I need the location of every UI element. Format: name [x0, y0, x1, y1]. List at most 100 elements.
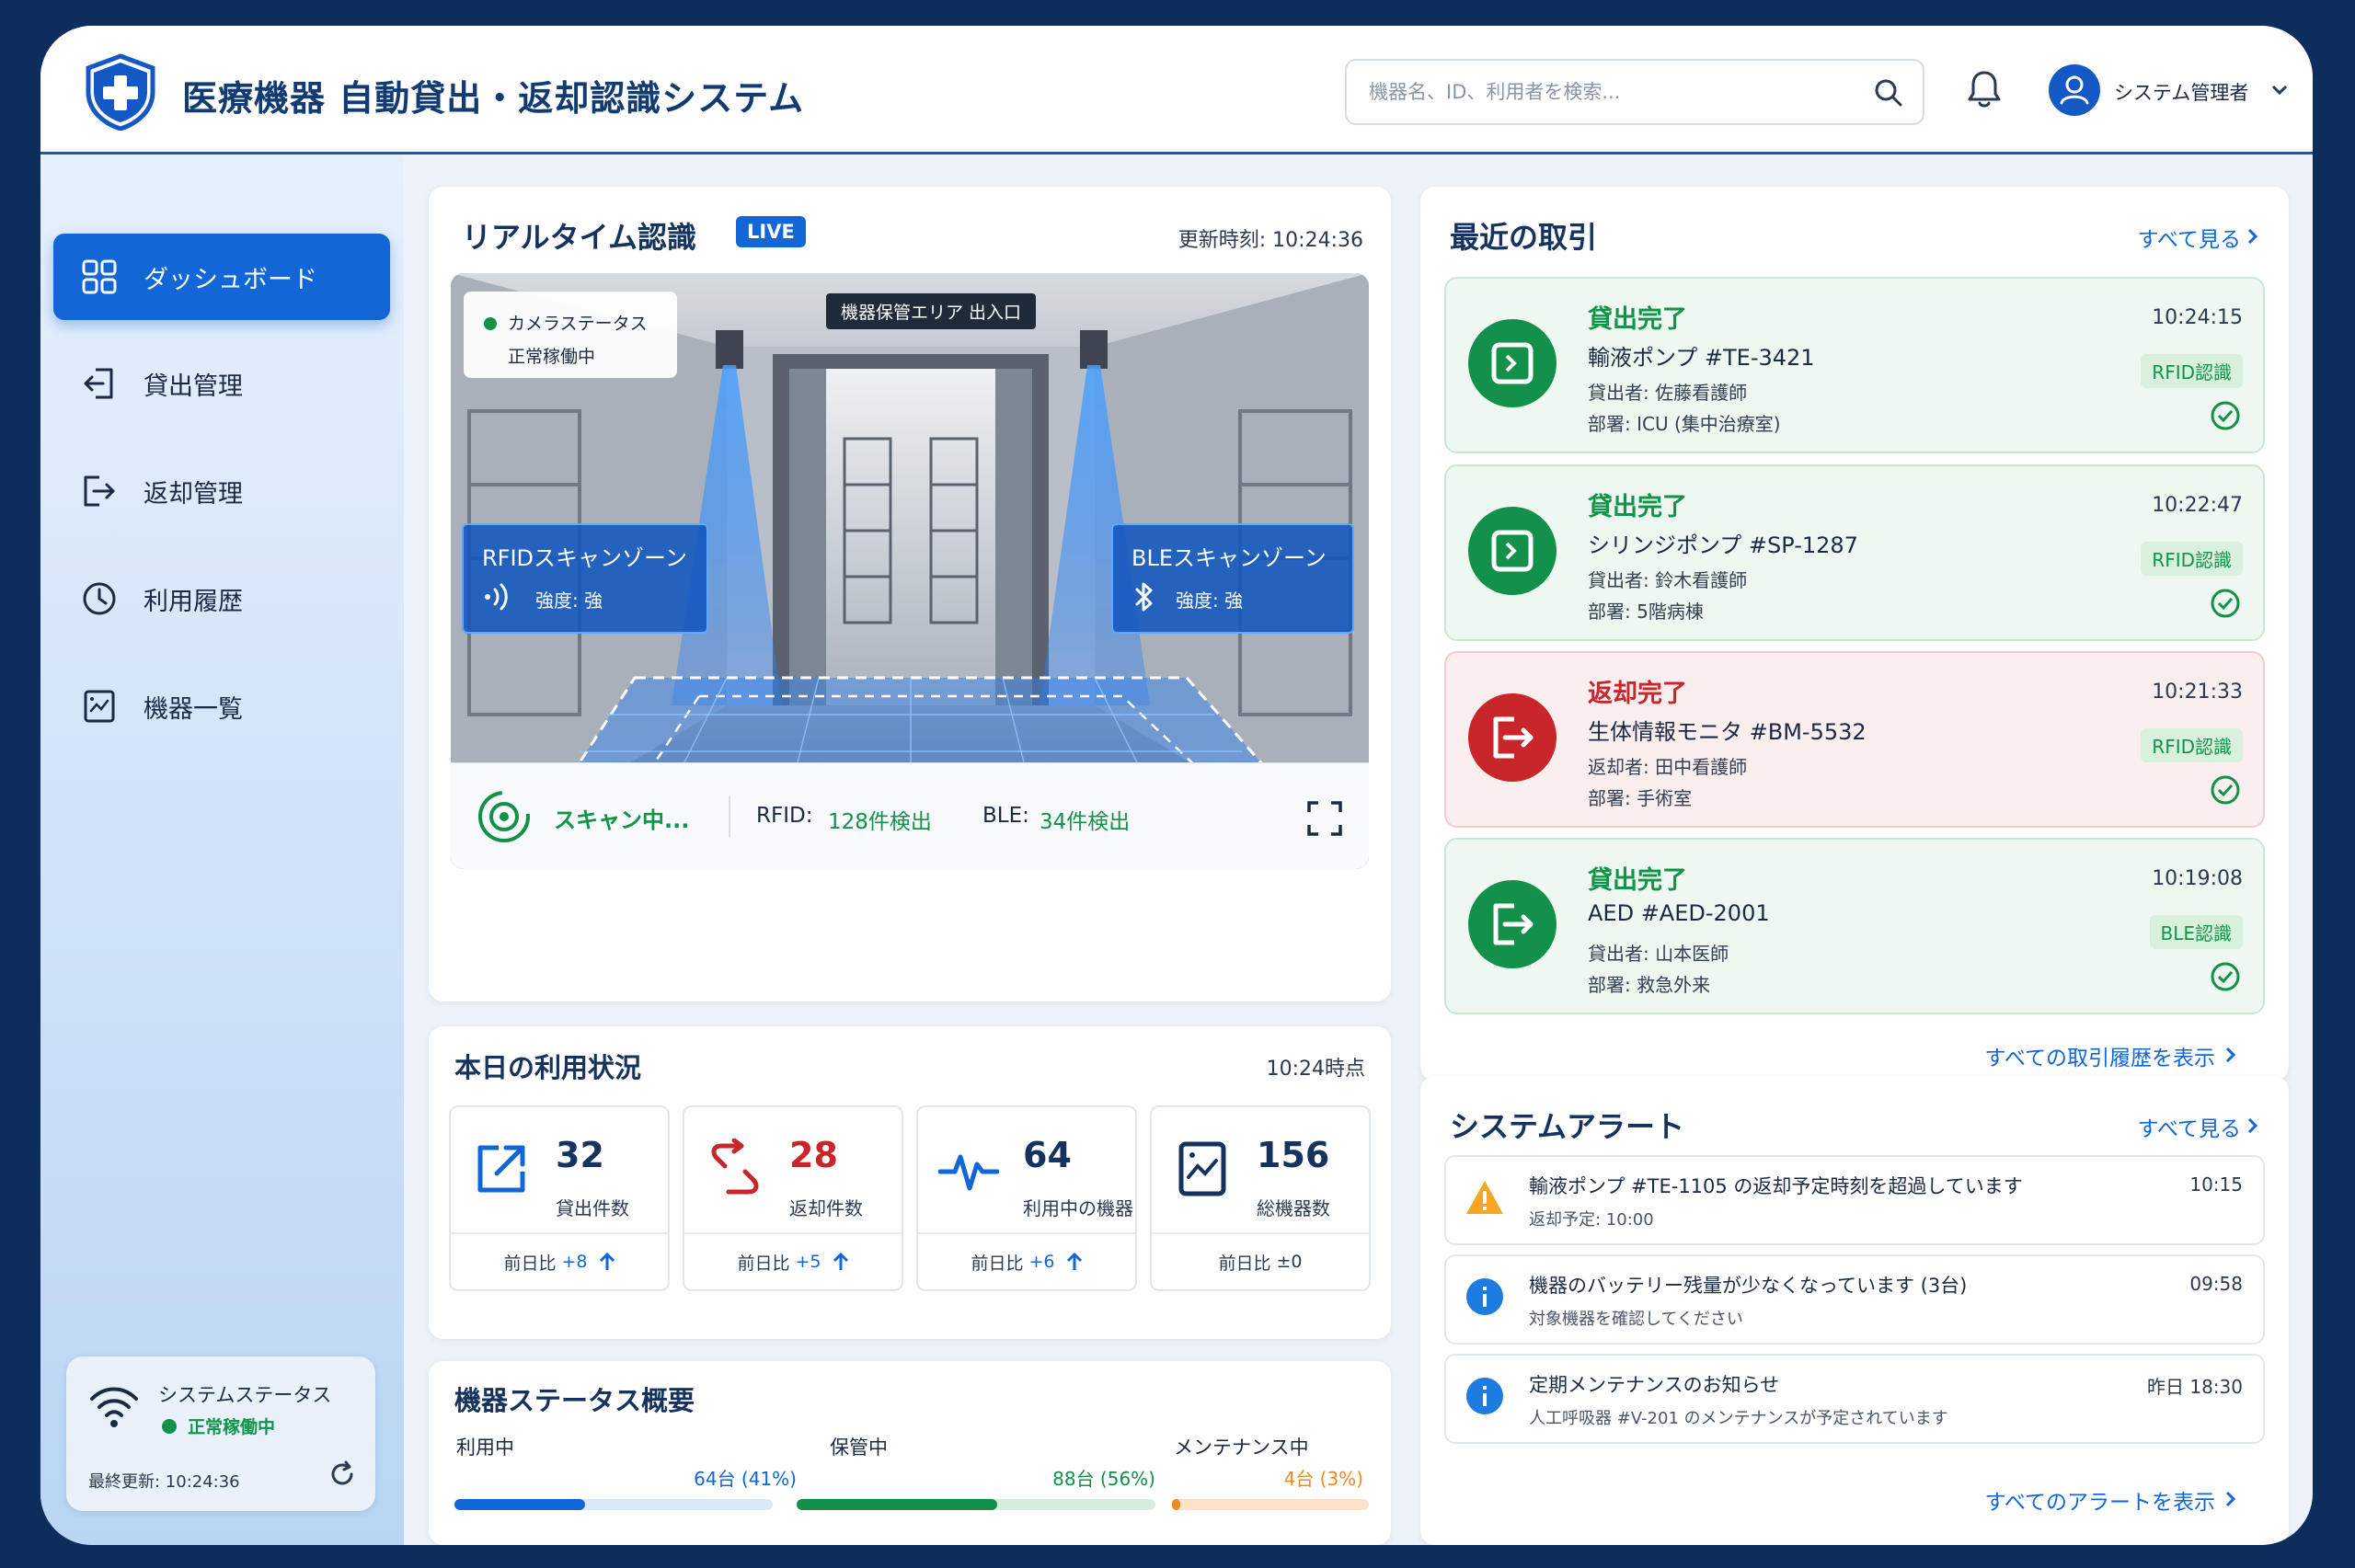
progress-track-in-use — [454, 1499, 773, 1510]
info-icon — [1466, 1378, 1503, 1414]
updated-time: 更新時刻: 10:24:36 — [1178, 229, 1363, 252]
last-update: 最終更新: 10:24:36 — [88, 1472, 240, 1492]
sidebar-item-label: 貸出管理 — [144, 372, 243, 401]
sidebar: ダッシュボード 貸出管理 返却管理 利用履歴 機器一覧 システムステータス 正常… — [40, 156, 404, 1545]
transaction-status: 貸出完了 — [1588, 305, 1687, 334]
recognition-method-badge: BLE認識 — [2149, 915, 2243, 949]
chevron-right-icon[interactable] — [2246, 1116, 2259, 1135]
transaction-device: AED #AED-2001 — [1588, 900, 1770, 926]
search-input[interactable] — [1369, 61, 1866, 123]
camera-status-box: カメラステータス 正常稼働中 — [464, 292, 677, 378]
user-avatar[interactable] — [2049, 64, 2100, 116]
stat-label: 返却件数 — [789, 1197, 863, 1219]
transaction-device: シリンジポンプ #SP-1287 — [1588, 532, 1858, 558]
camera-status-label: カメラステータス — [508, 314, 648, 334]
alert-item[interactable]: 定期メンテナンスのお知らせ 人工呼吸器 #V-201 のメンテナンスが予定されて… — [1444, 1354, 2265, 1444]
fullscreen-icon[interactable] — [1306, 800, 1343, 837]
user-icon — [2060, 75, 2089, 105]
scanning-label: スキャン中... — [554, 807, 690, 833]
transaction-device: 輸液ポンプ #TE-3421 — [1588, 345, 1815, 371]
transaction-card[interactable]: 貸出完了 AED #AED-2001 貸出者: 山本医師 部署: 救急外来 10… — [1444, 838, 2265, 1014]
transaction-card[interactable]: 返却完了 生体情報モニタ #BM-5532 返却者: 田中看護師 部署: 手術室… — [1444, 651, 2265, 828]
stat-value: 32 — [556, 1135, 604, 1175]
stat-in-use[interactable]: 64 利用中の機器 前日比 +6 — [916, 1105, 1137, 1291]
status-value-in-use: 64台 (41%) — [694, 1468, 797, 1490]
camera-feed[interactable]: カメラステータス 正常稼働中 機器保管エリア 出入口 RFIDスキャンゾーン 強… — [451, 273, 1369, 869]
ble-count: 34件検出 — [1040, 810, 1131, 834]
device-list-icon — [84, 690, 115, 723]
stat-return[interactable]: 28 返却件数 前日比 +5 — [683, 1105, 903, 1291]
user-name[interactable]: システム管理者 — [2114, 78, 2248, 106]
status-label-in-use: 利用中 — [456, 1436, 514, 1459]
checkout-status-icon — [1468, 880, 1557, 968]
chevron-right-icon[interactable] — [2224, 1046, 2237, 1064]
chevron-right-icon[interactable] — [2224, 1490, 2237, 1508]
stat-foot: 前日比 +5 — [684, 1232, 902, 1289]
sidebar-item-dashboard[interactable]: ダッシュボード — [53, 234, 390, 320]
progress-fill-in-use — [454, 1499, 585, 1510]
transaction-card[interactable]: 貸出完了 輸液ポンプ #TE-3421 貸出者: 佐藤看護師 部署: ICU (… — [1444, 277, 2265, 453]
notification-bell-icon[interactable] — [1965, 68, 2004, 110]
status-dot — [484, 317, 497, 330]
transaction-device: 生体情報モニタ #BM-5532 — [1588, 719, 1867, 745]
checkout-status-icon — [1468, 507, 1557, 595]
alerts-see-all-link[interactable]: すべて見る — [2138, 1111, 2241, 1142]
alert-time: 10:15 — [2189, 1173, 2243, 1196]
rfid-zone-box: RFIDスキャンゾーン 強度: 強 — [462, 523, 708, 634]
app-title: 医療機器 自動貸出・返却認識システム — [182, 78, 805, 119]
alerts-title: システムアラート — [1450, 1109, 1685, 1144]
scanning-radar-icon — [478, 791, 530, 842]
chevron-down-icon[interactable] — [2270, 83, 2289, 97]
stat-foot: 前日比 +8 — [451, 1232, 668, 1289]
transaction-time: 10:24:15 — [2152, 306, 2243, 329]
alert-item[interactable]: 輸液ポンプ #TE-1105 の返却予定時刻を超過しています 返却予定: 10:… — [1444, 1155, 2265, 1245]
divider — [729, 796, 730, 837]
recognition-method-badge: RFID認識 — [2141, 542, 2243, 576]
sidebar-item-label: 利用履歴 — [144, 587, 243, 616]
alerts-panel: システムアラート すべて見る 輸液ポンプ #TE-1105 の返却予定時刻を超過… — [1420, 1076, 2289, 1545]
view-all-alerts-link[interactable]: すべてのアラートを表示 — [1985, 1484, 2215, 1516]
external-link-icon — [477, 1145, 525, 1193]
return-status-icon — [1468, 693, 1557, 782]
stat-foot-label: 前日比 — [1218, 1253, 1271, 1274]
sidebar-item-return[interactable]: 返却管理 — [53, 448, 390, 534]
bluetooth-icon — [1135, 582, 1153, 612]
alert-time: 昨日 18:30 — [2147, 1376, 2243, 1398]
device-status-panel: 機器ステータス概要 利用中 64台 (41%) 保管中 88台 (56%) メン… — [429, 1361, 1391, 1545]
transactions-title: 最近の取引 — [1450, 220, 1598, 255]
transaction-dept: 部署: 救急外来 — [1588, 974, 1711, 996]
ble-zone-box: BLEスキャンゾーン 強度: 強 — [1111, 523, 1354, 634]
search-box[interactable] — [1345, 59, 1924, 125]
view-all-history-link[interactable]: すべての取引履歴を表示 — [1985, 1040, 2215, 1071]
arrow-up-icon — [833, 1252, 848, 1270]
stat-total[interactable]: 156 総機器数 前日比 ±0 — [1150, 1105, 1371, 1291]
return-arrows-icon — [711, 1139, 759, 1195]
arrow-up-icon — [1066, 1252, 1082, 1270]
transaction-person: 貸出者: 山本医師 — [1588, 943, 1729, 965]
area-label: 機器保管エリア 出入口 — [826, 293, 1037, 329]
stat-value: 64 — [1023, 1135, 1072, 1175]
sidebar-item-history[interactable]: 利用履歴 — [53, 555, 390, 642]
rfid-signal-icon — [485, 583, 508, 611]
recognition-method-badge: RFID認識 — [2141, 354, 2243, 388]
search-icon[interactable] — [1873, 77, 1904, 109]
status-label-storage: 保管中 — [830, 1436, 888, 1459]
transaction-card[interactable]: 貸出完了 シリンジポンプ #SP-1287 貸出者: 鈴木看護師 部署: 5階病… — [1444, 464, 2265, 641]
sidebar-item-devices[interactable]: 機器一覧 — [53, 663, 390, 750]
alert-subtitle: 対象機器を確認してください — [1529, 1310, 1743, 1329]
top-header: 医療機器 自動貸出・返却認識システム システム管理者 — [40, 26, 2313, 155]
transaction-time: 10:21:33 — [2152, 681, 2243, 704]
sidebar-item-checkout[interactable]: 貸出管理 — [53, 340, 390, 427]
alert-item[interactable]: 機器のバッテリー残量が少なくなっています (3台) 対象機器を確認してください … — [1444, 1254, 2265, 1345]
medical-cross-logo-icon — [86, 53, 155, 131]
alert-title: 定期メンテナンスのお知らせ — [1529, 1374, 1780, 1396]
transactions-see-all-link[interactable]: すべて見る — [2138, 222, 2241, 253]
stat-checkout[interactable]: 32 貸出件数 前日比 +8 — [449, 1105, 670, 1291]
chevron-right-icon[interactable] — [2246, 227, 2259, 246]
warning-icon — [1466, 1181, 1503, 1214]
stat-delta: +8 — [561, 1252, 588, 1272]
stat-foot-label: 前日比 — [971, 1253, 1024, 1274]
refresh-icon[interactable] — [327, 1459, 357, 1489]
transaction-dept: 部署: 5階病棟 — [1588, 601, 1704, 623]
info-icon — [1466, 1278, 1503, 1315]
